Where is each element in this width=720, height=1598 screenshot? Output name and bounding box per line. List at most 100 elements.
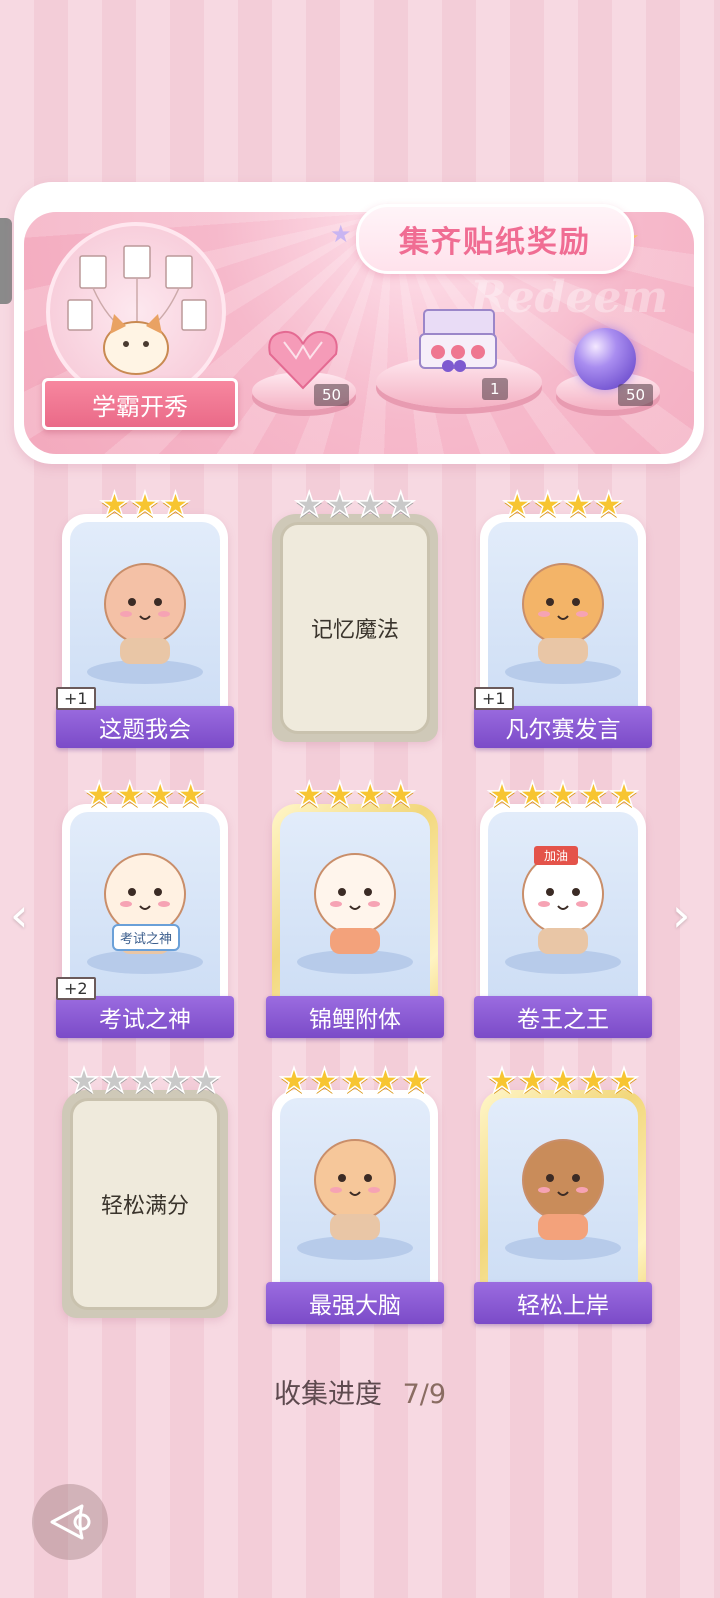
reward-count: 1	[482, 378, 508, 400]
card-label: 轻松上岸	[474, 1282, 652, 1324]
star-icon: ★	[68, 1061, 100, 1101]
banner-title-text: 集齐贴纸奖励	[399, 225, 591, 260]
gift-box-icon[interactable]	[414, 304, 502, 374]
star-icon: ★	[547, 775, 579, 815]
progress-value: 7/9	[402, 1379, 447, 1410]
card-label: 最强大脑	[266, 1282, 444, 1324]
side-tab[interactable]	[0, 218, 12, 304]
star-icon: ★	[293, 485, 325, 525]
chevron-right-icon[interactable]: ›	[672, 888, 690, 942]
card-label: 轻松满分	[100, 1194, 189, 1219]
star-icon: ★	[324, 775, 356, 815]
star-icon: ★	[278, 1061, 310, 1101]
star-icon: ★	[501, 485, 533, 525]
featured-sticker-art[interactable]	[46, 222, 226, 402]
locked-card-face: 轻松满分	[70, 1098, 220, 1310]
featured-label: 学霸开秀	[42, 378, 238, 430]
card-label: 考试之神	[56, 996, 234, 1038]
card-label: 锦鲤附体	[266, 996, 444, 1038]
star-icon: ★	[486, 1061, 518, 1101]
sticker-art	[280, 812, 430, 1024]
star-rating: ★ ★ ★ ★	[480, 485, 646, 525]
star-icon: ★	[608, 1061, 640, 1101]
star-icon: ★	[593, 485, 625, 525]
sticker-art	[488, 1098, 638, 1310]
star-icon: ★	[129, 1061, 161, 1101]
star-icon: ★	[175, 775, 207, 815]
card-label: 记忆魔法	[310, 618, 399, 643]
star-icon: ★	[517, 775, 549, 815]
chevron-left-icon[interactable]: ‹	[10, 888, 28, 942]
animal-illustration	[505, 563, 621, 684]
sticker-card[interactable]: 锦鲤附体 ★ ★ ★ ★	[266, 777, 444, 1038]
star-icon: ★	[309, 1061, 341, 1101]
back-arrow-icon	[50, 1504, 91, 1540]
animal-illustration	[505, 853, 621, 974]
star-rating: ★ ★ ★ ★ ★	[480, 775, 646, 815]
animal-illustration	[87, 853, 203, 974]
animal-illustration	[87, 563, 203, 684]
star-icon: ★	[339, 1061, 371, 1101]
star-rating: ★ ★ ★ ★ ★	[480, 1061, 646, 1101]
sticker-card[interactable]: 记忆魔法 ★ ★ ★ ★	[272, 487, 438, 742]
star-icon: ★	[532, 485, 564, 525]
sticker-card[interactable]: 考试之神 考试之神 ★ ★ ★ ★ +2	[56, 777, 234, 1038]
star-icon: ★	[577, 775, 609, 815]
reward-count: 50	[618, 384, 654, 406]
exam-sign-text: 考试之神	[112, 924, 181, 951]
duplicate-count-badge: +1	[474, 687, 514, 710]
collection-progress: 收集进度 7/9	[0, 1372, 720, 1411]
sticker-art: 加油	[488, 812, 638, 1024]
star-rating: ★ ★ ★ ★ ★	[272, 1061, 438, 1101]
star-icon: ★	[99, 1061, 131, 1101]
animal-illustration	[505, 1139, 621, 1260]
star-deco-icon: ★	[330, 220, 352, 248]
star-icon: ★	[385, 485, 417, 525]
locked-card-face: 记忆魔法	[280, 522, 430, 734]
banner-title: 集齐贴纸奖励	[356, 204, 634, 274]
star-icon: ★	[324, 485, 356, 525]
star-icon: ★	[159, 485, 191, 525]
cat-papers-illustration	[67, 245, 207, 375]
star-icon: ★	[562, 485, 594, 525]
duplicate-count-badge: +1	[56, 687, 96, 710]
star-icon: ★	[486, 775, 518, 815]
star-rating: ★ ★ ★	[62, 485, 228, 525]
star-icon: ★	[577, 1061, 609, 1101]
star-icon: ★	[144, 775, 176, 815]
card-label: 这题我会	[56, 706, 234, 748]
star-icon: ★	[83, 775, 115, 815]
star-icon: ★	[547, 1061, 579, 1101]
star-icon: ★	[114, 775, 146, 815]
heart-gem-icon[interactable]	[266, 328, 340, 392]
back-button[interactable]	[32, 1484, 108, 1560]
star-icon: ★	[517, 1061, 549, 1101]
sticker-art	[280, 1098, 430, 1310]
animal-illustration	[297, 853, 413, 974]
sticker-card[interactable]: 轻松上岸 ★ ★ ★ ★ ★	[474, 1063, 652, 1324]
star-icon: ★	[369, 1061, 401, 1101]
star-icon: ★	[354, 485, 386, 525]
star-rating: ★ ★ ★ ★	[272, 775, 438, 815]
star-icon: ★	[293, 775, 325, 815]
card-label: 凡尔赛发言	[474, 706, 652, 748]
sticker-card[interactable]: 这题我会 ★ ★ ★ +1	[56, 487, 234, 748]
energy-orb-icon[interactable]	[574, 328, 636, 390]
sticker-card[interactable]: 加油卷王之王 ★ ★ ★ ★ ★	[474, 777, 652, 1038]
duplicate-count-badge: +2	[56, 977, 96, 1000]
star-icon: ★	[400, 1061, 432, 1101]
sticker-card[interactable]: 最强大脑 ★ ★ ★ ★ ★	[266, 1063, 444, 1324]
star-rating: ★ ★ ★ ★ ★	[62, 1061, 228, 1101]
star-icon: ★	[159, 1061, 191, 1101]
reward-count: 50	[314, 384, 350, 406]
sticker-card[interactable]: 轻松满分 ★ ★ ★ ★ ★	[62, 1063, 228, 1318]
sticker-card[interactable]: 凡尔赛发言 ★ ★ ★ ★ +1	[474, 487, 652, 748]
headband-text: 加油	[534, 846, 579, 865]
star-icon: ★	[385, 775, 417, 815]
star-icon: ★	[129, 485, 161, 525]
card-label: 卷王之王	[474, 996, 652, 1038]
star-icon: ★	[354, 775, 386, 815]
star-icon: ★	[190, 1061, 222, 1101]
star-icon: ★	[99, 485, 131, 525]
animal-illustration	[297, 1139, 413, 1260]
